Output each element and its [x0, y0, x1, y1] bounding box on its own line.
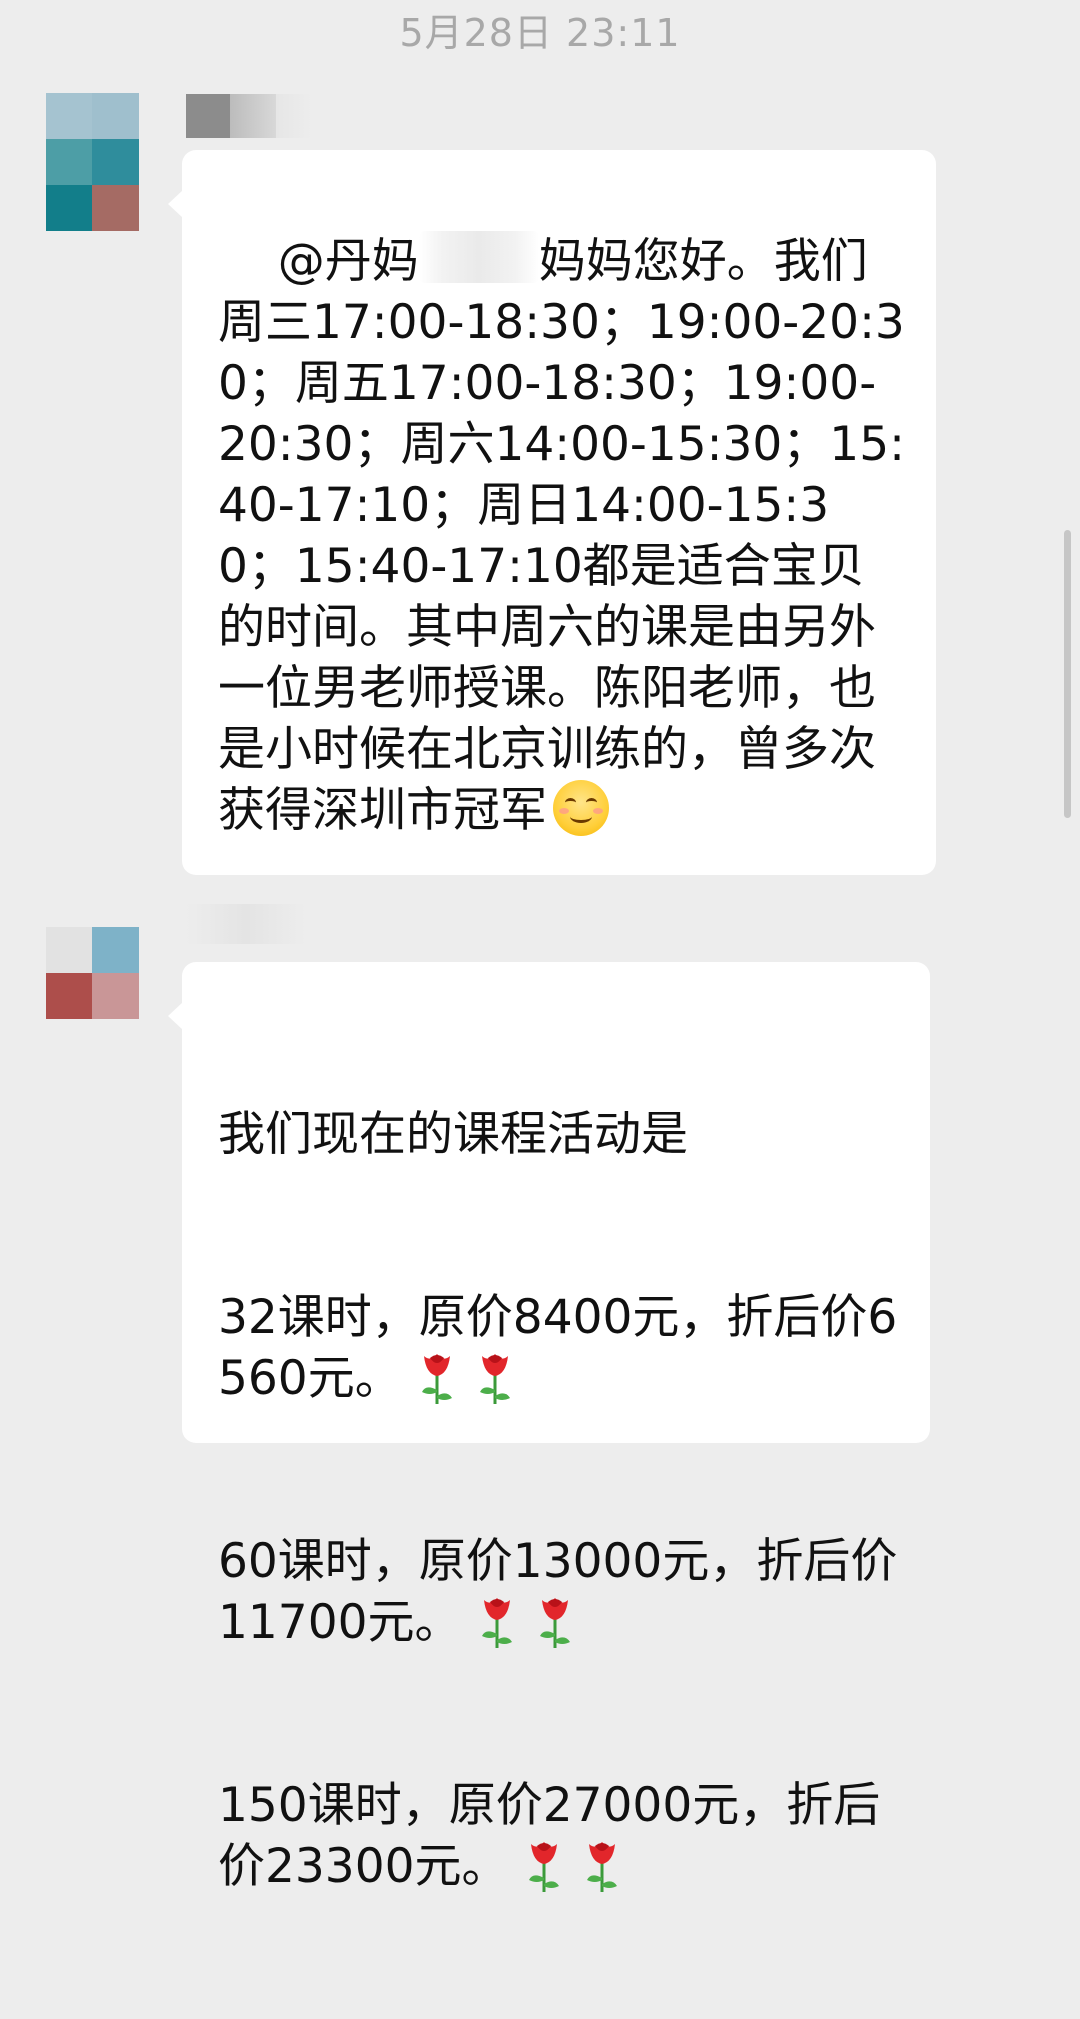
- message-text: @丹妈: [277, 234, 419, 289]
- rose-icon: [539, 1598, 570, 1648]
- redacted-name: [418, 231, 539, 283]
- rose-icon: [528, 1842, 559, 1892]
- rose-icon: [479, 1354, 510, 1404]
- rose-icon: [421, 1354, 452, 1404]
- smiling-face-icon: [553, 780, 609, 836]
- price-line: 150课时，原价27000元，折后价23300元。: [218, 1778, 881, 1894]
- message-bubble[interactable]: 我们现在的课程活动是 32课时，原价8400元，折后价6560元。 60课时，原…: [168, 962, 930, 1894]
- avatar[interactable]: [46, 93, 139, 231]
- rose-icon: [586, 1842, 617, 1892]
- price-line: 60课时，原价13000元，折后价11700元。: [218, 1534, 898, 1650]
- scrollbar[interactable]: [1064, 530, 1071, 818]
- sender-name: [186, 900, 306, 944]
- message-text: 妈妈您好。我们周三17:00-18:30；19:00-20:30；周五17:00…: [218, 234, 905, 838]
- sender-name: [186, 94, 312, 138]
- rose-icon: [481, 1598, 512, 1648]
- message-bubble[interactable]: @丹妈 妈妈您好。我们周三17:00-18:30；19:00-20:30；周五17…: [168, 150, 936, 875]
- message-line: 我们现在的课程活动是: [218, 1107, 688, 1162]
- avatar[interactable]: [46, 927, 139, 1019]
- price-line: 32课时，原价8400元，折后价6560元。: [218, 1290, 898, 1406]
- chat-timestamp: 5月28日 23:11: [399, 11, 681, 55]
